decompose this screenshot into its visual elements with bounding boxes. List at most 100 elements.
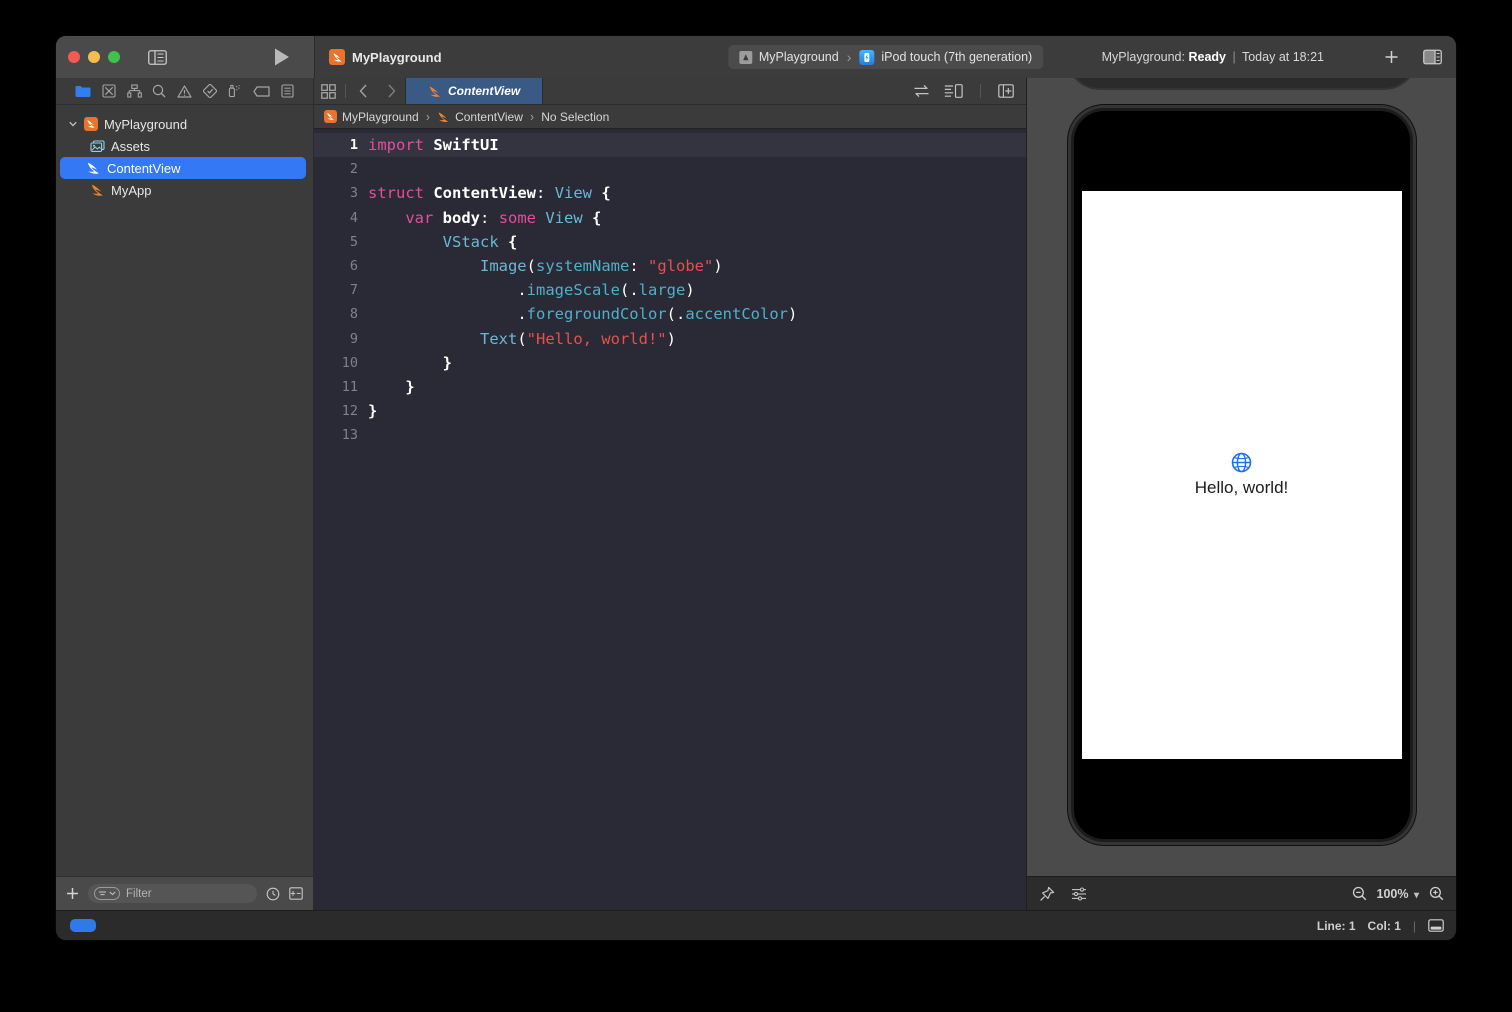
close-button[interactable] <box>68 51 80 63</box>
breadcrumb-item-project[interactable]: MyPlayground <box>342 110 419 124</box>
editor-pane: ContentView MyPlayground › ContentView ›… <box>314 78 1026 910</box>
inspector-toggle-button[interactable] <box>1423 49 1442 65</box>
source-control-filter-button[interactable] <box>289 887 303 900</box>
line-number: 1 <box>349 137 358 153</box>
code-line[interactable]: 6 Image(systemName: "globe") <box>314 254 1026 278</box>
tab-label: ContentView <box>448 84 521 98</box>
tree-item-myplayground[interactable]: MyPlayground <box>56 113 313 135</box>
minimize-button[interactable] <box>88 51 100 63</box>
folder-icon <box>75 85 91 97</box>
add-button[interactable] <box>1384 50 1399 65</box>
code-token: View <box>554 184 593 203</box>
tree-item-myapp[interactable]: MyApp <box>56 179 313 201</box>
titlebar-left-section <box>56 36 314 78</box>
breadcrumb: MyPlayground › ContentView › No Selectio… <box>314 105 1026 129</box>
chevron-down-icon[interactable] <box>68 121 78 127</box>
pin-preview-button[interactable] <box>1039 886 1055 902</box>
code-token: ) <box>666 329 676 348</box>
chevron-left-icon <box>359 84 367 98</box>
code-line[interactable]: 9 Text("Hello, world!") <box>314 327 1026 351</box>
canvas-stage[interactable]: Hello, world! <box>1027 78 1456 876</box>
test-navigator-tab[interactable] <box>202 84 217 98</box>
code-line[interactable]: 12} <box>314 399 1026 423</box>
scheme-destination-selector[interactable]: MyPlayground › iPod touch (7th generatio… <box>727 45 1044 69</box>
breakpoint-tag-icon <box>253 85 270 97</box>
code-line[interactable]: 7 .imageScale(.large) <box>314 278 1026 302</box>
build-progress-chip <box>70 919 96 932</box>
report-list-icon <box>281 84 294 98</box>
add-file-button[interactable] <box>66 887 79 900</box>
project-title: MyPlayground <box>329 49 442 65</box>
filter-input[interactable]: Filter <box>88 884 257 903</box>
sidebar-toggle-button[interactable] <box>148 49 167 65</box>
code-line[interactable]: 13 <box>314 423 1026 447</box>
code-token: View <box>545 208 583 227</box>
tree-item-assets[interactable]: Assets <box>56 135 313 157</box>
zoom-in-button[interactable] <box>1429 886 1444 901</box>
tree-item-contentview[interactable]: ContentView <box>60 157 306 179</box>
code-line-text: } <box>368 375 415 399</box>
code-line[interactable]: 10 } <box>314 351 1026 375</box>
activity-prefix: MyPlayground: <box>1101 50 1185 64</box>
code-token: imageScale <box>526 281 620 300</box>
swift-project-icon <box>329 49 345 65</box>
app-preview-surface: Hello, world! <box>1081 191 1402 759</box>
code-line[interactable]: 1 import SwiftUI <box>314 133 1026 158</box>
breadcrumb-item-file[interactable]: ContentView <box>455 110 523 124</box>
zoom-button[interactable] <box>108 51 120 63</box>
preview-variants-button[interactable] <box>1071 886 1087 901</box>
preview-canvas: Hello, world! 100% ▾ <box>1026 78 1456 910</box>
minimap-toggle-button[interactable] <box>1428 919 1444 932</box>
swift-bird-glyph <box>327 112 334 120</box>
tab-contentview[interactable]: ContentView <box>405 78 544 104</box>
code-line[interactable]: 2 <box>314 157 1026 181</box>
editor-forward-button[interactable] <box>377 78 405 104</box>
spray-icon <box>229 84 241 98</box>
line-number: 6 <box>349 257 358 274</box>
breakpoint-navigator-tab[interactable] <box>253 85 270 97</box>
source-control-navigator-tab[interactable] <box>102 84 116 98</box>
zoom-in-icon <box>1429 886 1444 901</box>
swift-file-icon <box>86 161 101 175</box>
editor-grid-button[interactable] <box>314 78 342 104</box>
report-navigator-tab[interactable] <box>281 84 294 98</box>
chevron-down-glyph <box>69 121 77 127</box>
code-token: . <box>517 305 527 324</box>
zoom-out-button[interactable] <box>1352 886 1367 901</box>
editor-options-button[interactable] <box>944 84 963 98</box>
filter-placeholder-label: Filter <box>126 887 152 900</box>
scheme-destination-label: iPod touch (7th generation) <box>881 50 1033 64</box>
device-frame[interactable]: Hello, world! <box>1067 105 1416 845</box>
filter-options-pill[interactable] <box>94 887 120 900</box>
code-line[interactable]: 11 } <box>314 375 1026 399</box>
code-token: systemName <box>536 256 630 275</box>
code-line[interactable]: 4 var body: some View { <box>314 206 1026 230</box>
breadcrumb-item-selection[interactable]: No Selection <box>541 110 609 124</box>
chevron-down-icon: ▾ <box>1413 889 1419 901</box>
symbol-navigator-tab[interactable] <box>126 84 142 98</box>
debug-navigator-tab[interactable] <box>227 84 242 98</box>
code-token: . <box>517 281 527 300</box>
code-token: { <box>601 184 611 203</box>
editor-back-button[interactable] <box>349 78 377 104</box>
find-navigator-tab[interactable] <box>152 84 166 98</box>
swift-project-icon <box>324 110 337 123</box>
tab-grid-icon <box>320 83 336 99</box>
code-line[interactable]: 5 VStack { <box>314 230 1026 254</box>
code-review-button[interactable] <box>913 84 930 98</box>
zoom-level-selector[interactable]: 100% ▾ <box>1377 887 1420 901</box>
add-editor-button[interactable] <box>998 84 1014 98</box>
recent-filter-button[interactable] <box>266 887 280 901</box>
code-token: } <box>405 377 415 396</box>
code-editor[interactable]: 1 import SwiftUI 2 3 struct ContentView: Vie… <box>314 129 1026 910</box>
code-token: : <box>629 256 648 275</box>
run-button[interactable] <box>273 48 290 67</box>
status-bar: Line: 1 Col: 1 | <box>56 910 1456 940</box>
issue-navigator-tab[interactable] <box>177 84 192 98</box>
code-line[interactable]: 8 .foregroundColor(.accentColor) <box>314 302 1026 326</box>
code-line[interactable]: 3 struct ContentView: View { <box>314 181 1026 205</box>
project-navigator-tab[interactable] <box>75 85 91 98</box>
